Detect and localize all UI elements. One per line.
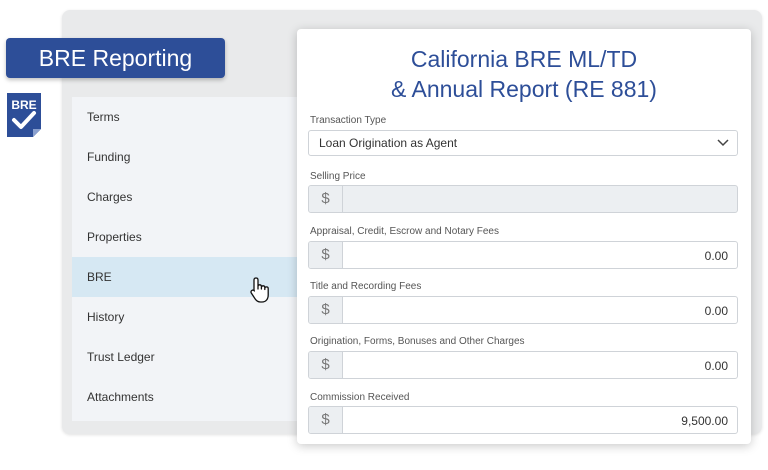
selling-price-input xyxy=(343,186,737,212)
origination-charges-input[interactable] xyxy=(343,352,737,378)
appraisal-fees-input[interactable] xyxy=(343,242,737,268)
transaction-type-select[interactable]: Loan Origination as Agent xyxy=(308,130,738,156)
selling-price-label: Selling Price xyxy=(310,171,366,182)
sidebar-item-properties[interactable]: Properties xyxy=(72,217,308,257)
selling-price-field: $ xyxy=(308,185,738,213)
sidebar-item-terms[interactable]: Terms xyxy=(72,97,308,137)
commission-received-input[interactable] xyxy=(343,407,737,433)
dollar-sign-icon: $ xyxy=(309,242,343,268)
sidebar-item-charges[interactable]: Charges xyxy=(72,177,308,217)
dollar-sign-icon: $ xyxy=(309,407,343,433)
sidebar-item-funding[interactable]: Funding xyxy=(72,137,308,177)
title-recording-fees-input[interactable] xyxy=(343,297,737,323)
transaction-type-value: Loan Origination as Agent xyxy=(319,136,458,150)
dollar-sign-icon: $ xyxy=(309,352,343,378)
sidebar-nav: Terms Funding Charges Properties BRE His… xyxy=(72,97,308,421)
bre-logo-text: BRE xyxy=(11,98,36,112)
hand-pointer-icon xyxy=(250,277,269,303)
sidebar-item-attachments[interactable]: Attachments xyxy=(72,377,308,417)
panel-title-line1: California BRE ML/TD xyxy=(410,46,638,72)
bre-reporting-badge: BRE Reporting xyxy=(6,38,225,78)
panel-title: California BRE ML/TD & Annual Report (RE… xyxy=(297,44,751,104)
bre-logo-icon: BRE xyxy=(7,93,41,137)
appraisal-fees-label: Appraisal, Credit, Escrow and Notary Fee… xyxy=(310,226,499,237)
appraisal-fees-field[interactable]: $ xyxy=(308,241,738,269)
transaction-type-label: Transaction Type xyxy=(310,115,387,126)
sidebar-item-trust-ledger[interactable]: Trust Ledger xyxy=(72,337,308,377)
commission-received-field[interactable]: $ xyxy=(308,406,738,434)
dollar-sign-icon: $ xyxy=(309,297,343,323)
dollar-sign-icon: $ xyxy=(309,186,343,212)
bre-report-panel: California BRE ML/TD & Annual Report (RE… xyxy=(297,29,751,444)
commission-received-label: Commission Received xyxy=(310,392,410,403)
chevron-down-icon xyxy=(717,139,729,147)
origination-charges-label: Origination, Forms, Bonuses and Other Ch… xyxy=(310,336,525,347)
origination-charges-field[interactable]: $ xyxy=(308,351,738,379)
title-recording-fees-field[interactable]: $ xyxy=(308,296,738,324)
title-recording-fees-label: Title and Recording Fees xyxy=(310,281,422,292)
panel-title-line2: & Annual Report (RE 881) xyxy=(391,76,657,102)
